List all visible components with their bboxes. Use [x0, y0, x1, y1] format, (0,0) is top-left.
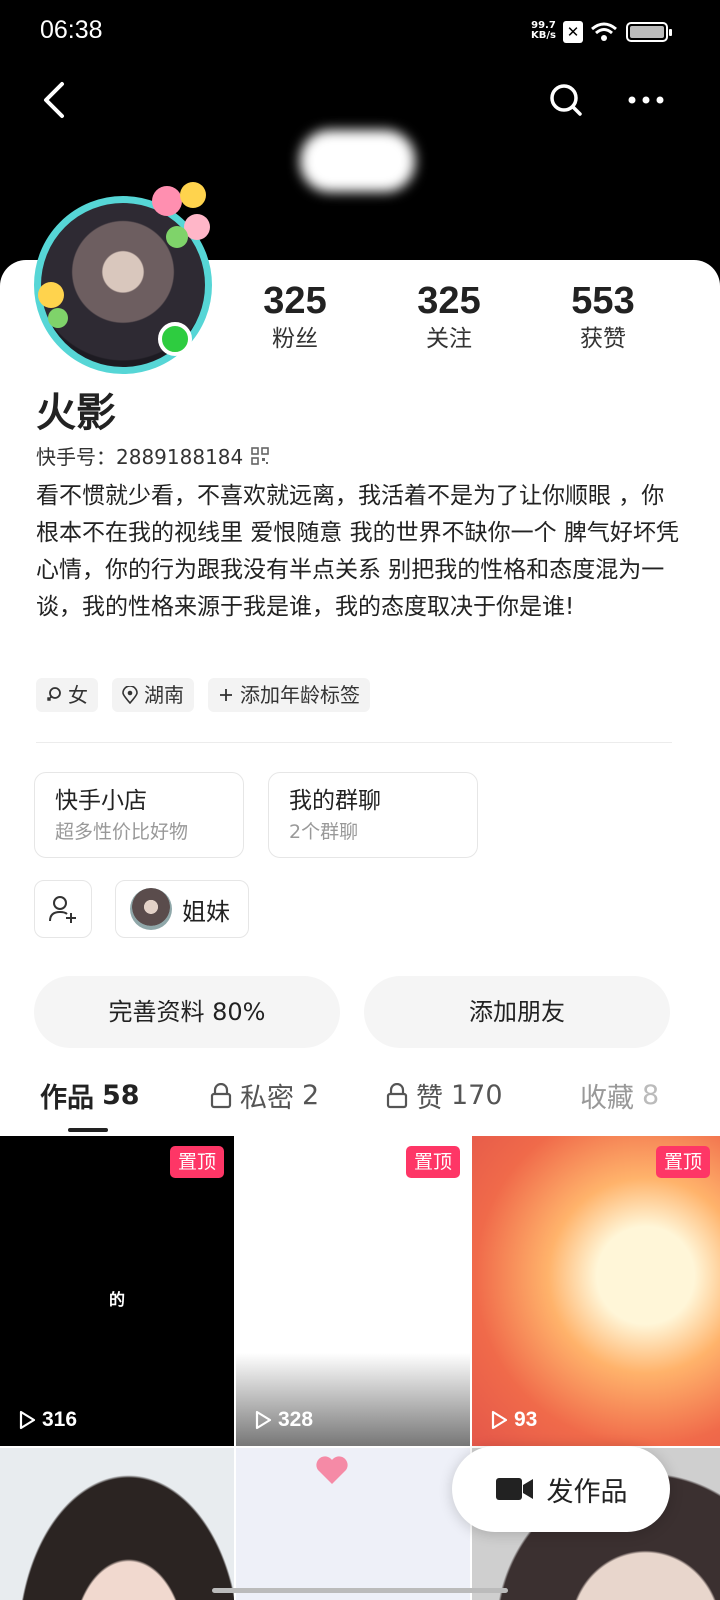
complete-profile-button[interactable]: 完善资料 80% — [34, 976, 340, 1048]
video-thumb[interactable] — [0, 1448, 234, 1600]
avatar-decoration — [48, 308, 68, 328]
play-count-value: 93 — [514, 1408, 538, 1431]
tag-gender[interactable]: 女 — [36, 678, 98, 712]
avatar-decoration — [180, 182, 206, 208]
publish-label: 发作品 — [546, 1476, 628, 1508]
tab-label: 作品 — [40, 1083, 94, 1114]
avatar-decoration — [38, 282, 64, 308]
tab-label: 私密 — [240, 1083, 294, 1114]
video-overlay-text: 的 — [108, 1290, 125, 1309]
card-group-chat[interactable]: 我的群聊 2个群聊 — [268, 772, 478, 858]
stat-fans[interactable]: 325 粉丝 — [230, 278, 360, 354]
stat-number: 325 — [417, 280, 481, 322]
tab-count: 8 — [642, 1080, 660, 1111]
play-count-value: 328 — [278, 1408, 314, 1431]
lock-icon — [386, 1082, 408, 1108]
tag-label: 添加年龄标签 — [240, 683, 360, 707]
video-thumb[interactable]: 置顶 93 — [472, 1136, 720, 1446]
more-icon[interactable] — [624, 78, 668, 122]
home-indicator — [212, 1588, 508, 1593]
sister-label: 姐妹 — [182, 897, 230, 926]
add-friend-icon-button[interactable] — [34, 880, 92, 938]
avatar-decoration — [152, 186, 182, 216]
kuaishou-id[interactable]: 快手号：2889188184 — [36, 441, 270, 470]
net-speed: 99.7 KB/s — [531, 21, 556, 41]
play-icon — [19, 1410, 36, 1430]
card-subtitle: 2个群聊 — [289, 821, 359, 843]
tab-label: 赞 — [416, 1083, 443, 1114]
status-bar: 06:38 99.7 KB/s ✕ — [0, 0, 720, 64]
no-sim-icon: ✕ — [563, 21, 583, 43]
card-title: 快手小店 — [55, 788, 147, 814]
play-count-value: 316 — [42, 1408, 78, 1431]
battery-icon — [626, 22, 672, 42]
active-tab-indicator — [68, 1128, 108, 1132]
tab-count: 58 — [102, 1080, 140, 1111]
location-icon — [122, 686, 138, 704]
header-cover-blur — [300, 130, 415, 192]
female-icon — [46, 687, 61, 702]
divider — [36, 742, 672, 743]
stat-label: 粉丝 — [272, 326, 318, 352]
avatar-decoration — [166, 226, 188, 248]
wifi-icon — [591, 22, 617, 41]
status-time: 06:38 — [40, 16, 103, 44]
sister-avatar — [130, 888, 172, 930]
play-count: 93 — [490, 1408, 537, 1432]
video-thumb[interactable] — [236, 1448, 470, 1600]
pinned-badge: 置顶 — [405, 1146, 460, 1178]
play-icon — [491, 1410, 508, 1430]
online-status-dot — [158, 322, 192, 356]
profile-name: 火影 — [36, 390, 116, 436]
back-icon[interactable] — [34, 78, 78, 122]
tag-location[interactable]: 湖南 — [112, 678, 194, 712]
lock-icon — [210, 1082, 232, 1108]
tag-label: 女 — [68, 683, 88, 707]
play-count: 328 — [254, 1408, 313, 1432]
play-icon — [255, 1410, 272, 1430]
stat-number: 553 — [571, 280, 635, 322]
add-user-icon — [49, 896, 76, 923]
profile-tags: 女 湖南 添加年龄标签 — [36, 678, 370, 712]
search-icon[interactable] — [544, 78, 588, 122]
stat-number: 325 — [263, 280, 327, 322]
tab-private[interactable]: 私密 2 — [210, 1076, 319, 1115]
publish-button[interactable]: 发作品 — [452, 1446, 670, 1532]
net-speed-unit: KB/s — [531, 30, 556, 41]
profile-tabs: 作品 58 私密 2 赞 170 收藏 8 — [0, 1076, 720, 1136]
stat-following[interactable]: 325 关注 — [384, 278, 514, 354]
tab-liked[interactable]: 赞 170 — [386, 1076, 503, 1115]
pinned-badge: 置顶 — [655, 1146, 710, 1178]
card-kuaishou-shop[interactable]: 快手小店 超多性价比好物 — [34, 772, 244, 858]
tab-works[interactable]: 作品 58 — [40, 1076, 140, 1115]
tag-add-age[interactable]: 添加年龄标签 — [208, 678, 370, 712]
kuaishou-id-text: 快手号：2889188184 — [36, 445, 244, 469]
tab-count: 2 — [302, 1080, 320, 1111]
add-friend-button[interactable]: 添加朋友 — [364, 976, 670, 1048]
profile-bio: 看不惯就少看，不喜欢就远离，我活着不是为了让你顺眼 ，你根本不在我的视线里 爱恨… — [36, 483, 679, 620]
tab-count: 170 — [451, 1080, 503, 1111]
tab-label: 收藏 — [580, 1083, 634, 1114]
stat-label: 获赞 — [580, 326, 626, 352]
plus-icon — [220, 689, 232, 701]
stat-label: 关注 — [426, 326, 472, 352]
card-title: 我的群聊 — [289, 788, 381, 814]
video-thumb[interactable]: 的 置顶 316 — [0, 1136, 234, 1446]
card-subtitle: 超多性价比好物 — [55, 821, 189, 843]
qrcode-icon[interactable] — [251, 446, 270, 465]
play-count: 316 — [18, 1408, 77, 1432]
tag-label: 湖南 — [144, 683, 184, 707]
heart-icon — [316, 1456, 348, 1484]
video-camera-icon — [495, 1478, 533, 1500]
stat-likes[interactable]: 553 获赞 — [538, 278, 668, 354]
tab-favorites[interactable]: 收藏 8 — [580, 1076, 659, 1115]
video-thumb[interactable]: 置顶 328 — [236, 1136, 470, 1446]
sister-relation-chip[interactable]: 姐妹 — [115, 880, 249, 938]
pinned-badge: 置顶 — [169, 1146, 224, 1178]
